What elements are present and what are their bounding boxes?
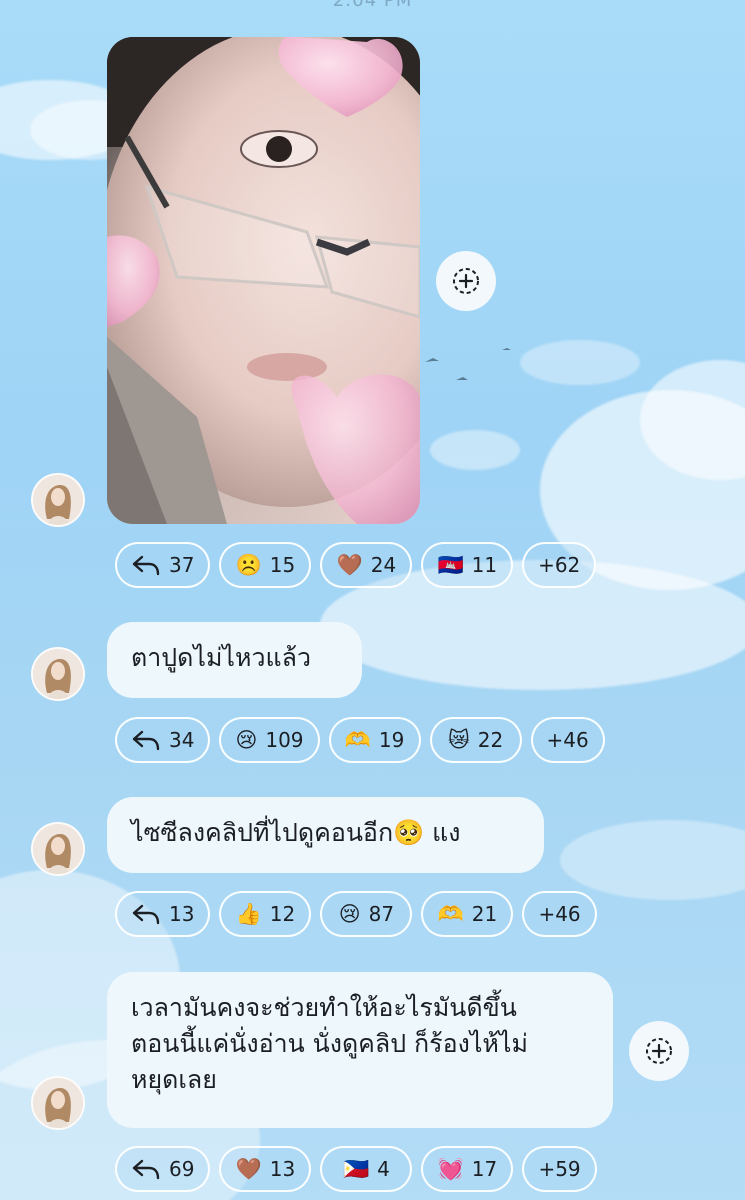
- reply-reaction-chip[interactable]: 37: [115, 542, 211, 588]
- reaction-chip[interactable]: 😢 109: [219, 717, 320, 763]
- reaction-count: 13: [169, 902, 195, 926]
- philippines-flag-emoji: 🇵🇭: [343, 1156, 370, 1181]
- avatar-portrait-icon: [33, 649, 83, 699]
- message-bubble[interactable]: เวลามันคงจะช่วยทำให้อะไรมันดีขึ้น ตอนนี้…: [107, 972, 613, 1128]
- reaction-count: 12: [269, 902, 296, 926]
- reaction-chip[interactable]: 🇵🇭 4: [320, 1146, 413, 1192]
- reply-reaction-chip[interactable]: 34: [115, 717, 211, 763]
- reaction-bar: 37 ☹️ 15 🤎 24 🇰🇭 11 +62: [115, 542, 597, 588]
- reaction-count: +46: [538, 902, 581, 926]
- growing-heart-emoji: 💓: [437, 1156, 464, 1181]
- avatar[interactable]: [31, 473, 85, 527]
- message-text: ไซซีลงคลิปที่ไปดูคอนอีก🥺 แง: [131, 818, 461, 847]
- add-reaction-icon: [453, 268, 479, 294]
- reaction-chip[interactable]: 😢 87: [320, 891, 413, 937]
- reaction-chip[interactable]: 🫶 19: [328, 717, 421, 763]
- birds-decoration: [425, 348, 511, 380]
- add-reaction-icon: [646, 1038, 672, 1064]
- crying-face-emoji: 😢: [338, 901, 361, 926]
- reaction-chip[interactable]: 🤎 13: [219, 1146, 312, 1192]
- reaction-chip[interactable]: 💓 17: [421, 1146, 514, 1192]
- photo-image: [107, 37, 420, 524]
- message-text-line: เวลามันคงจะช่วยทำให้อะไรมันดีขึ้น: [131, 993, 517, 1022]
- reply-icon: [131, 728, 161, 752]
- reaction-count: +62: [538, 553, 581, 577]
- avatar[interactable]: [31, 822, 85, 876]
- reaction-bar: 69 🤎 13 🇵🇭 4 💓 17 +59: [115, 1146, 597, 1192]
- reaction-count: 4: [377, 1157, 390, 1181]
- reaction-count: +46: [546, 728, 589, 752]
- avatar-portrait-icon: [33, 824, 83, 874]
- crying-cat-emoji: 😿: [447, 727, 470, 752]
- photo-message[interactable]: [107, 37, 420, 524]
- reaction-count: 37: [169, 553, 195, 577]
- more-reactions-chip[interactable]: +62: [522, 542, 597, 588]
- reply-icon: [131, 1157, 161, 1181]
- reaction-count: 17: [471, 1157, 498, 1181]
- heart-hands-emoji: 🫶: [344, 727, 371, 752]
- reaction-count: 11: [471, 553, 498, 577]
- reaction-chip[interactable]: ☹️ 15: [219, 542, 312, 588]
- reaction-count: 87: [368, 902, 395, 926]
- reaction-count: 19: [378, 728, 405, 752]
- reply-reaction-chip[interactable]: 13: [115, 891, 211, 937]
- reaction-count: 15: [269, 553, 296, 577]
- avatar-portrait-icon: [33, 475, 83, 525]
- more-reactions-chip[interactable]: +46: [522, 891, 597, 937]
- reaction-bar: 13 👍 12 😢 87 🫶 21 +46: [115, 891, 597, 937]
- message-text-line: หยุดเลย: [131, 1065, 217, 1094]
- cambodia-flag-emoji: 🇰🇭: [437, 552, 464, 577]
- reaction-count: 109: [265, 728, 304, 752]
- frown-emoji: ☹️: [235, 552, 262, 577]
- crying-face-emoji: 😢: [235, 727, 258, 752]
- reply-reaction-chip[interactable]: 69: [115, 1146, 211, 1192]
- reaction-chip[interactable]: 🤎 24: [320, 542, 413, 588]
- reaction-count: 24: [370, 553, 397, 577]
- heart-hands-emoji: 🫶: [437, 901, 464, 926]
- reaction-count: +59: [538, 1157, 581, 1181]
- reaction-chip[interactable]: 🫶 21: [421, 891, 514, 937]
- reaction-count: 22: [477, 728, 504, 752]
- status-time: 2:04 PM: [332, 0, 413, 11]
- reaction-count: 13: [269, 1157, 296, 1181]
- avatar[interactable]: [31, 647, 85, 701]
- reply-icon: [131, 902, 161, 926]
- reaction-count: 34: [169, 728, 195, 752]
- avatar[interactable]: [31, 1076, 85, 1130]
- message-text: ตาปูดไม่ไหวแล้ว: [131, 643, 311, 672]
- brown-heart-emoji: 🤎: [235, 1156, 262, 1181]
- brown-heart-emoji: 🤎: [336, 552, 363, 577]
- reaction-bar: 34 😢 109 🫶 19 😿 22 +46: [115, 717, 605, 763]
- more-reactions-chip[interactable]: +46: [530, 717, 605, 763]
- message-bubble[interactable]: ไซซีลงคลิปที่ไปดูคอนอีก🥺 แง: [107, 797, 544, 873]
- thumbs-up-emoji: 👍: [235, 901, 262, 926]
- reaction-count: 69: [169, 1157, 195, 1181]
- add-reaction-button[interactable]: [629, 1021, 689, 1081]
- reaction-chip[interactable]: 🇰🇭 11: [421, 542, 514, 588]
- reaction-chip[interactable]: 😿 22: [429, 717, 522, 763]
- add-reaction-button[interactable]: [436, 251, 496, 311]
- message-text-line: ตอนนี้แค่นั่งอ่าน นั่งดูคลิป ก็ร้องไห้ไม…: [131, 1029, 528, 1058]
- more-reactions-chip[interactable]: +59: [522, 1146, 597, 1192]
- message-bubble[interactable]: ตาปูดไม่ไหวแล้ว: [107, 622, 362, 698]
- avatar-portrait-icon: [33, 1078, 83, 1128]
- reaction-count: 21: [471, 902, 498, 926]
- reaction-chip[interactable]: 👍 12: [219, 891, 312, 937]
- reply-icon: [131, 553, 161, 577]
